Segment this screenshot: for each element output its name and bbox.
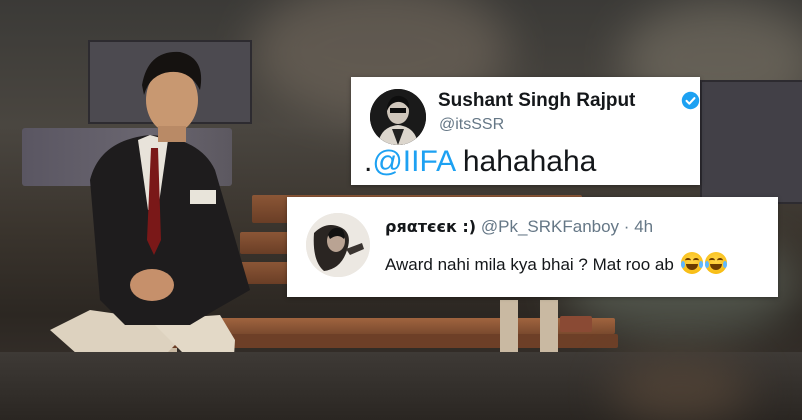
- display-name[interactable]: ρяαтєєк :): [385, 217, 476, 236]
- tweet-card-reply[interactable]: ρяαтєєк :) @Pk_SRKFanboy · 4h Award nahi…: [287, 197, 778, 297]
- avatar[interactable]: [306, 213, 370, 277]
- tweet-text-body: Award nahi mila kya bhai ? Mat roo ab: [385, 255, 679, 274]
- profile-photo-icon: [306, 213, 370, 277]
- face-with-tears-of-joy-icon: [680, 252, 703, 274]
- floor-object: [610, 360, 750, 420]
- user-handle[interactable]: @itsSSR: [439, 116, 504, 134]
- tweet-card-primary[interactable]: Sushant Singh Rajput @itsSSR .@IIFA haha…: [351, 77, 700, 185]
- display-name[interactable]: Sushant Singh Rajput: [438, 90, 635, 112]
- user-handle[interactable]: @Pk_SRKFanboy: [481, 217, 619, 236]
- face-with-tears-of-joy-icon: [704, 252, 727, 274]
- tweet-text: .@IIFA hahahaha: [364, 145, 596, 179]
- timestamp-link[interactable]: 4h: [634, 217, 653, 236]
- profile-photo-icon: [370, 89, 426, 145]
- tweet-text-body: hahahaha: [454, 145, 597, 178]
- verified-badge-icon: [681, 91, 700, 110]
- separator-dot: ·: [623, 217, 630, 236]
- tweet-text: Award nahi mila kya bhai ? Mat roo ab: [385, 252, 727, 275]
- mention-link[interactable]: @IIFA: [372, 145, 454, 178]
- avatar[interactable]: [370, 89, 426, 145]
- bench-armrest: [560, 316, 592, 332]
- station-window: [700, 80, 802, 204]
- tweet-header: ρяαтєєк :) @Pk_SRKFanboy · 4h: [385, 217, 653, 237]
